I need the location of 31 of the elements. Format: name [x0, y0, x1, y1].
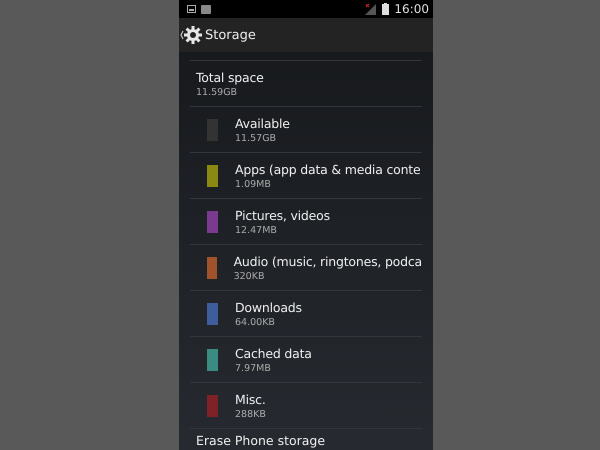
- back-button[interactable]: [180, 25, 202, 45]
- storage-item[interactable]: Audio (music, ringtones, podca 320KB: [190, 244, 422, 290]
- item-name: Downloads: [235, 300, 302, 314]
- item-name: Audio (music, ringtones, podca: [234, 254, 422, 268]
- signal-icon: [365, 4, 378, 14]
- item-name: Available: [235, 116, 290, 130]
- erase-storage-item[interactable]: Erase Phone storage: [190, 428, 422, 448]
- item-size: 320KB: [234, 270, 266, 282]
- storage-item[interactable]: Downloads 64.00KB: [190, 290, 422, 336]
- item-name: Misc.: [235, 392, 266, 406]
- status-time: 16:00: [394, 2, 429, 16]
- notification-icon: [201, 4, 211, 14]
- item-name: Pictures, videos: [235, 208, 330, 222]
- battery-icon: [382, 3, 390, 15]
- screen-title: Storage: [205, 28, 256, 42]
- storage-item[interactable]: Cached data 7.97MB: [190, 336, 422, 382]
- item-name: Cached data: [235, 346, 312, 360]
- item-size: 7.97MB: [235, 362, 272, 374]
- item-size: 288KB: [235, 408, 266, 420]
- total-space-label: Total space: [196, 70, 265, 84]
- item-size: 1.09MB: [235, 178, 272, 190]
- item-size: 64.00KB: [235, 316, 276, 328]
- item-name: Apps (app data & media conte: [235, 162, 420, 176]
- picture-icon: [187, 5, 196, 13]
- storage-item[interactable]: Available 11.57GB: [190, 106, 422, 152]
- storage-item[interactable]: Pictures, videos 12.47MB: [190, 198, 422, 244]
- storage-item[interactable]: Apps (app data & media conte 1.09MB: [190, 152, 422, 198]
- total-space-value: 11.59GB: [196, 86, 238, 98]
- storage-item[interactable]: Misc. 288KB: [190, 382, 422, 428]
- item-size: 12.47MB: [235, 224, 278, 236]
- item-size: 11.57GB: [235, 132, 278, 144]
